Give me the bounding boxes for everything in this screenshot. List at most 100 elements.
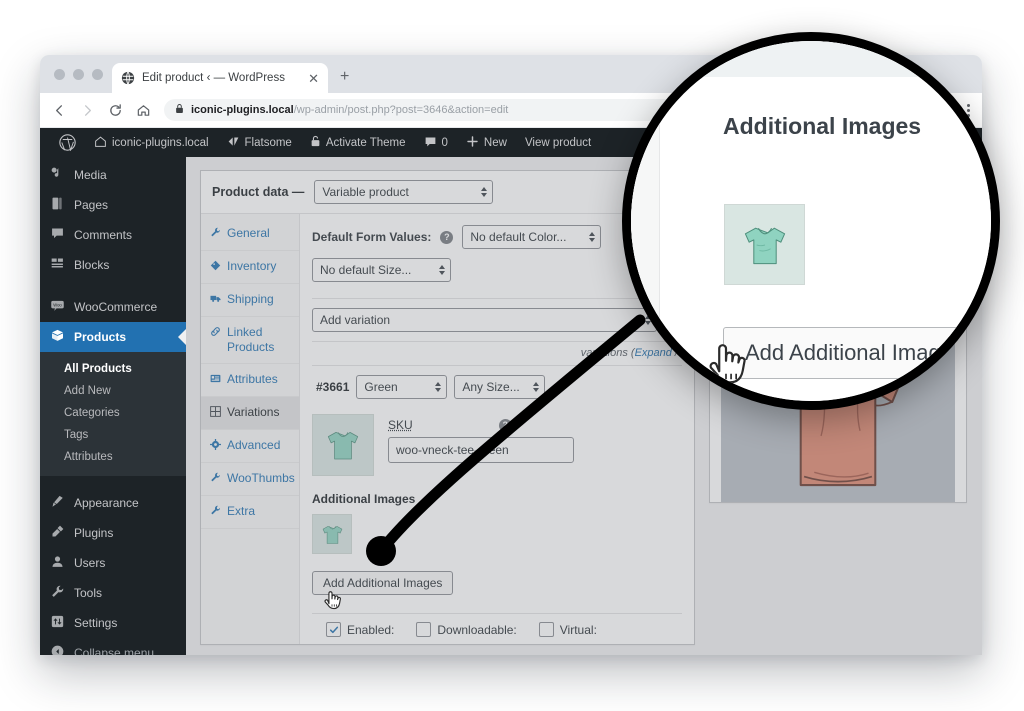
- magnifier-content: Additional Images Add Additional Images: [631, 41, 991, 401]
- reload-icon[interactable]: [108, 103, 123, 118]
- downloadable-checkbox[interactable]: [416, 622, 431, 637]
- chevron-updown-icon: [481, 187, 487, 197]
- sidebar-item-appearance[interactable]: Appearance: [40, 488, 186, 518]
- url-path: /wp-admin/post.php?post=3646&action=edit: [294, 104, 509, 116]
- tab-attributes[interactable]: Attributes: [201, 364, 299, 397]
- tab-label: Linked Products: [227, 325, 293, 355]
- sidebar-item-tools[interactable]: Tools: [40, 578, 186, 608]
- back-icon[interactable]: [52, 103, 67, 118]
- tab-variations[interactable]: Variations: [201, 397, 299, 430]
- browser-tab[interactable]: Edit product ‹ — WordPress ✕: [112, 63, 328, 93]
- admin-bar-site-name[interactable]: iconic-plugins.local: [85, 128, 218, 157]
- admin-bar-comments[interactable]: 0: [415, 128, 457, 157]
- tab-label: Attributes: [227, 372, 278, 387]
- add-variation-select[interactable]: Add variation: [312, 308, 657, 332]
- comments-icon: [50, 226, 65, 244]
- downloadable-checkbox-group[interactable]: Downloadable:: [416, 622, 516, 637]
- collapse-icon: [50, 644, 65, 655]
- tab-extra[interactable]: Extra: [201, 496, 299, 529]
- sidebar-item-users[interactable]: Users: [40, 548, 186, 578]
- wrench-icon: [210, 471, 221, 487]
- help-icon[interactable]: ?: [440, 231, 453, 244]
- tab-advanced[interactable]: Advanced: [201, 430, 299, 463]
- maximize-window-button[interactable]: [92, 69, 103, 80]
- default-color-select[interactable]: No default Color...: [462, 225, 601, 249]
- sidebar-item-tags[interactable]: Tags: [40, 424, 186, 446]
- additional-image-thumbnail[interactable]: [312, 514, 352, 554]
- home-icon[interactable]: [136, 103, 151, 118]
- variation-color-select[interactable]: Green: [356, 375, 447, 399]
- sidebar-item-attributes[interactable]: Attributes: [40, 446, 186, 468]
- tab-inventory[interactable]: Inventory: [201, 251, 299, 284]
- sidebar-item-label: Plugins: [74, 526, 113, 540]
- enabled-checkbox[interactable]: [326, 622, 341, 637]
- close-window-button[interactable]: [54, 69, 65, 80]
- plus-icon: [466, 135, 479, 151]
- admin-bar-new[interactable]: New: [457, 128, 516, 157]
- product-type-value: Variable product: [322, 185, 409, 199]
- sidebar-item-media[interactable]: Media: [40, 160, 186, 190]
- sidebar-item-plugins[interactable]: Plugins: [40, 518, 186, 548]
- appearance-icon: [50, 494, 65, 512]
- comment-icon: [424, 135, 437, 151]
- product-data-tabs: General Inventory Shipping: [201, 214, 300, 644]
- magnified-pointing-hand-cursor: [704, 339, 748, 395]
- url-host: iconic-plugins.local/wp-admin/post.php?p…: [191, 104, 508, 116]
- admin-bar-view-product[interactable]: View product: [516, 128, 600, 157]
- tab-label: Shipping: [227, 292, 274, 307]
- variations-count: variations (Expand /: [312, 342, 682, 366]
- downloadable-label: Downloadable:: [437, 623, 516, 637]
- magnified-add-additional-images-button[interactable]: Add Additional Images: [723, 327, 991, 379]
- tab-woothumbs[interactable]: WooThumbs: [201, 463, 299, 496]
- sidebar-item-woocommerce[interactable]: Woo WooCommerce: [40, 292, 186, 322]
- default-size-select[interactable]: No default Size...: [312, 258, 451, 282]
- wordpress-logo-icon[interactable]: [50, 128, 85, 157]
- admin-bar-flatsome[interactable]: Flatsome: [218, 128, 301, 157]
- tab-shipping[interactable]: Shipping: [201, 284, 299, 317]
- sidebar-item-pages[interactable]: Pages: [40, 190, 186, 220]
- sidebar-submenu-products: All Products Add New Categories Tags Att…: [40, 352, 186, 476]
- minimize-window-button[interactable]: [73, 69, 84, 80]
- product-type-select[interactable]: Variable product: [314, 180, 493, 204]
- admin-bar-activate-theme[interactable]: Activate Theme: [301, 128, 415, 157]
- virtual-checkbox-group[interactable]: Virtual:: [539, 622, 597, 637]
- screenshot-stage: Edit product ‹ — WordPress ✕ +: [0, 0, 1024, 711]
- close-icon[interactable]: ✕: [308, 72, 319, 85]
- sidebar-item-all-products[interactable]: All Products: [40, 358, 186, 380]
- tab-linked-products[interactable]: Linked Products: [201, 317, 299, 364]
- new-tab-button[interactable]: +: [340, 69, 349, 85]
- sidebar-item-products[interactable]: Products: [40, 322, 186, 352]
- products-icon: [50, 328, 65, 346]
- chevron-updown-icon: [435, 382, 441, 392]
- blocks-icon: [50, 256, 65, 274]
- virtual-checkbox[interactable]: [539, 622, 554, 637]
- default-color-value: No default Color...: [470, 230, 566, 244]
- product-data-body: General Inventory Shipping: [201, 214, 694, 644]
- sidebar-item-categories[interactable]: Categories: [40, 402, 186, 424]
- sidebar-item-label: WooCommerce: [74, 300, 157, 314]
- variation-size-select[interactable]: Any Size...: [454, 375, 545, 399]
- help-icon[interactable]: ?: [499, 419, 512, 432]
- settings-icon: [50, 614, 65, 632]
- sidebar-item-blocks[interactable]: Blocks: [40, 250, 186, 280]
- kebab-menu-icon[interactable]: [966, 101, 969, 116]
- sku-input[interactable]: [388, 437, 574, 463]
- sidebar-item-add-new[interactable]: Add New: [40, 380, 186, 402]
- sidebar-item-settings[interactable]: Settings: [40, 608, 186, 638]
- chevron-updown-icon: [589, 232, 595, 242]
- sidebar-item-label: Users: [74, 556, 105, 570]
- home-icon: [94, 135, 107, 151]
- tab-label: Advanced: [227, 438, 280, 453]
- variation-detail: SKU ?: [312, 408, 682, 476]
- browser-tab-title: Edit product ‹ — WordPress: [142, 72, 301, 84]
- checkmark-icon: [329, 625, 339, 635]
- collapse-menu-button[interactable]: Collapse menu: [40, 638, 186, 655]
- enabled-checkbox-group[interactable]: Enabled:: [326, 622, 394, 637]
- attributes-icon: [210, 372, 221, 388]
- magnified-additional-image-thumbnail[interactable]: [724, 204, 805, 285]
- green-tshirt-icon: [737, 217, 793, 273]
- forward-icon[interactable]: [80, 103, 95, 118]
- tab-general[interactable]: General: [201, 218, 299, 251]
- sidebar-item-comments[interactable]: Comments: [40, 220, 186, 250]
- variation-image-thumbnail[interactable]: [312, 414, 374, 476]
